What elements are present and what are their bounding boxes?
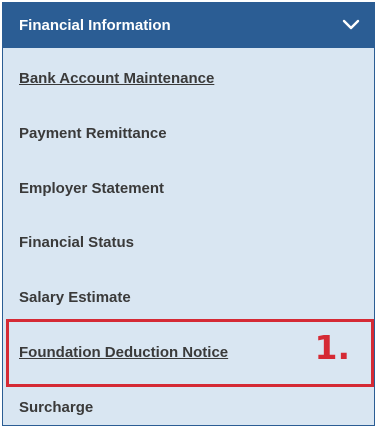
financial-information-panel: Financial Information Bank Account Maint… (2, 2, 375, 426)
menu-item-bank-account-maintenance[interactable]: Bank Account Maintenance (3, 50, 374, 106)
accordion-header[interactable]: Financial Information (3, 3, 374, 48)
menu-item-label: Salary Estimate (19, 288, 131, 306)
menu-item-surcharge[interactable]: Surcharge (3, 379, 374, 435)
menu-item-label: Bank Account Maintenance (19, 69, 215, 87)
chevron-down-icon (342, 19, 360, 30)
menu-item-label: Surcharge (19, 398, 94, 416)
menu-item-label: Payment Remittance (19, 124, 167, 142)
menu-item-salary-estimate[interactable]: Salary Estimate (3, 269, 374, 325)
accordion-title: Financial Information (19, 17, 171, 34)
menu-item-financial-status[interactable]: Financial Status (3, 214, 374, 270)
menu-item-label: Employer Statement (19, 179, 165, 197)
menu-item-label: Financial Status (19, 233, 135, 251)
step-number-label: 1. (314, 328, 351, 367)
menu-item-payment-remittance[interactable]: Payment Remittance (3, 105, 374, 161)
menu-item-employer-statement[interactable]: Employer Statement (3, 160, 374, 216)
